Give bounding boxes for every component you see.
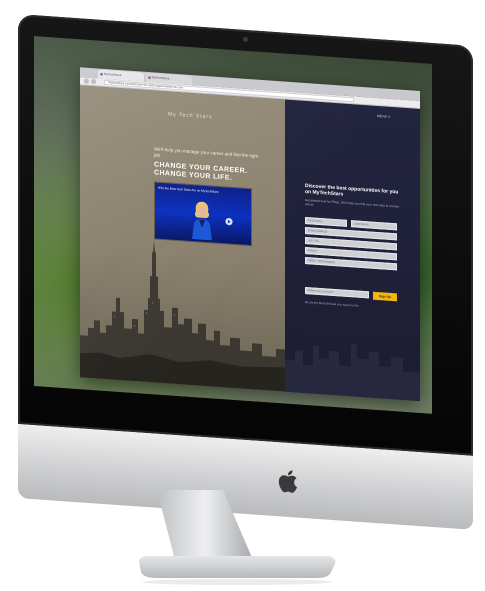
- signup-panel: MENU ≡ Discover the best opportunities f…: [285, 99, 420, 401]
- hero-panel: My Tech Stars We'll help you manage your…: [80, 85, 285, 392]
- browser-window: MyTechStars MyTechStars mytechstars.com/…: [80, 67, 420, 401]
- hero-headline: CHANGE YOUR CAREER. CHANGE YOUR LIFE.: [154, 161, 279, 186]
- forward-icon[interactable]: [91, 78, 96, 85]
- play-icon[interactable]: [225, 217, 233, 226]
- tab-label: MyTechStars: [104, 71, 122, 78]
- menu-button[interactable]: MENU ≡: [377, 114, 390, 119]
- favicon-icon: [100, 72, 103, 76]
- camera-icon: [243, 36, 248, 43]
- video-player[interactable]: Why the Best Tech Stars Are on MyTechSta…: [155, 182, 251, 246]
- first-name-field[interactable]: First Name: [305, 216, 347, 227]
- speaker-figure: [192, 201, 212, 241]
- imac-stand: [139, 490, 336, 585]
- city-skyline-image: [80, 240, 285, 392]
- screen: MyTechStars MyTechStars mytechstars.com/…: [34, 36, 432, 414]
- favicon-icon: [148, 75, 151, 80]
- city-silhouette: [285, 344, 420, 401]
- sign-up-button[interactable]: Sign Up: [373, 291, 397, 302]
- location-field[interactable]: Where do you live?: [305, 286, 369, 299]
- tab-label: MyTechStars: [152, 75, 170, 81]
- back-icon[interactable]: [84, 78, 89, 84]
- last-name-field[interactable]: Last Name: [351, 220, 397, 231]
- brand-logo[interactable]: My Tech Stars: [168, 111, 213, 120]
- video-title: Why the Best Tech Stars Are on MyTechSta…: [158, 185, 219, 194]
- terms-note: By joining MyTechStars you agree to the: [305, 299, 359, 308]
